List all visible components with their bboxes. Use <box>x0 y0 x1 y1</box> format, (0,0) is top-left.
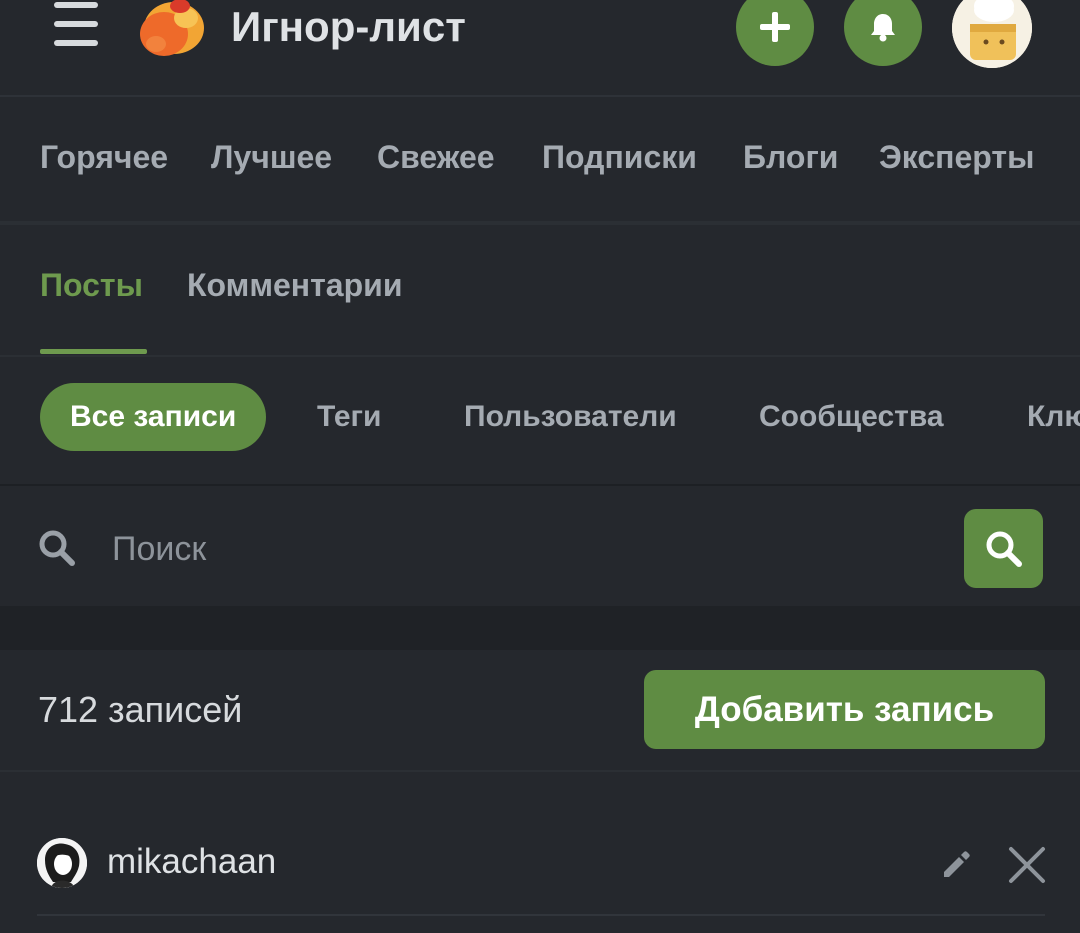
main-navigation: Горячее Лучшее Свежее Подписки Блоги Экс… <box>0 97 1080 225</box>
filter-tags[interactable]: Теги <box>317 383 381 451</box>
search-submit-button[interactable] <box>964 509 1043 588</box>
pencil-icon[interactable] <box>940 848 972 880</box>
search-bar <box>0 484 1080 608</box>
ignore-list-page: Игнор-лист Горячее Лучшее Свежее Подписк… <box>0 0 1080 933</box>
list-item: mikachaan <box>0 772 1080 917</box>
list-header: 712 записей Добавить запись <box>0 650 1080 772</box>
nav-item-blogs[interactable]: Блоги <box>743 137 838 177</box>
peekaboo-logo-icon[interactable] <box>134 0 208 60</box>
close-icon[interactable] <box>1008 846 1046 884</box>
tab-comments[interactable]: Комментарии <box>187 265 402 305</box>
search-icon <box>39 530 75 566</box>
app-header: Игнор-лист <box>0 0 1080 97</box>
section-separator <box>0 606 1080 650</box>
filter-chips: Все записи Теги Пользователи Сообщества … <box>0 357 1080 483</box>
nav-item-hot[interactable]: Горячее <box>40 137 168 177</box>
search-icon <box>986 531 1022 567</box>
entries-count: 712 записей <box>38 689 243 730</box>
nav-item-subscriptions[interactable]: Подписки <box>542 137 697 177</box>
notifications-button[interactable] <box>844 0 922 66</box>
filter-all-entries[interactable]: Все записи <box>40 383 267 451</box>
nav-item-best[interactable]: Лучшее <box>211 137 332 177</box>
hamburger-menu-icon[interactable] <box>52 2 100 48</box>
add-entry-button[interactable]: Добавить запись <box>644 670 1045 749</box>
add-post-button[interactable] <box>736 0 814 66</box>
nav-item-fresh[interactable]: Свежее <box>377 137 495 177</box>
filter-communities[interactable]: Сообщества <box>759 383 944 451</box>
row-divider <box>37 914 1045 916</box>
user-avatar[interactable] <box>37 838 87 888</box>
bell-icon <box>871 14 895 42</box>
entry-username[interactable]: mikachaan <box>107 840 276 884</box>
plus-icon <box>760 12 790 42</box>
search-input[interactable] <box>110 516 934 582</box>
active-tab-indicator <box>40 349 147 354</box>
content-tabs: Посты Комментарии <box>0 225 1080 357</box>
page-title: Игнор-лист <box>231 3 466 50</box>
tab-posts[interactable]: Посты <box>40 265 143 305</box>
profile-avatar[interactable] <box>952 0 1032 68</box>
nav-item-experts[interactable]: Эксперты <box>879 137 1034 177</box>
filter-keywords[interactable]: Клю <box>1027 383 1080 451</box>
filter-users[interactable]: Пользователи <box>464 383 677 451</box>
